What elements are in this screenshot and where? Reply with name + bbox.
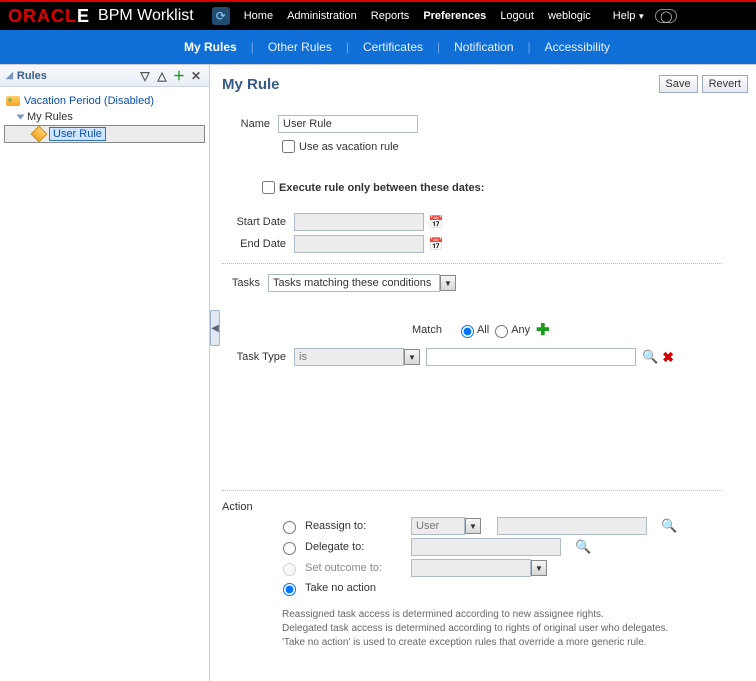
search-icon[interactable]: 🔍 [661,518,677,534]
tasktype-op-select[interactable] [294,348,404,366]
help-menu[interactable]: Help▼ [613,10,646,22]
tree-vacation-period[interactable]: Vacation Period (Disabled) [4,93,205,109]
top-bar: ORACLE BPM Worklist ⟳ Home Administratio… [0,0,756,30]
tab-other-rules[interactable]: Other Rules [254,30,346,64]
save-button[interactable]: Save [659,75,698,93]
tree-my-rules[interactable]: My Rules [4,109,205,125]
match-any-label: Any [511,324,530,336]
revert-button[interactable]: Revert [702,75,748,93]
chevron-down-icon[interactable]: ▼ [440,275,456,291]
rules-panel-header: ◢ Rules ▽ △ ＋ ✕ [0,65,209,87]
calendar-icon[interactable]: 📅 [428,236,444,252]
vacation-rule-label: Use as vacation rule [299,141,399,153]
nav-home[interactable]: Home [244,10,273,22]
collapse-icon[interactable]: ◢ [6,70,13,81]
nav-logout[interactable]: Logout [500,10,534,22]
search-icon[interactable]: 🔍 [575,539,591,555]
action-delegate-radio[interactable] [283,542,296,555]
vacation-rule-checkbox[interactable] [282,140,295,153]
expand-icon[interactable] [17,115,25,120]
rule-icon [31,126,48,143]
sort-down-icon[interactable]: ▽ [138,69,152,83]
name-label: Name [222,118,278,130]
exec-dates-checkbox[interactable] [262,181,275,194]
chevron-down-icon[interactable]: ▼ [404,349,420,365]
divider [222,490,722,491]
nav-administration[interactable]: Administration [287,10,357,22]
sort-up-icon[interactable]: △ [155,69,169,83]
match-all-radio[interactable] [461,325,474,338]
nav-preferences[interactable]: Preferences [423,10,486,22]
rules-tree: Vacation Period (Disabled) My Rules User… [0,87,209,149]
nav-reports[interactable]: Reports [371,10,410,22]
delete-rule-icon[interactable]: ✕ [189,69,203,83]
tab-accessibility[interactable]: Accessibility [531,30,624,64]
tree-user-rule[interactable]: User Rule [4,125,205,143]
add-rule-icon[interactable]: ＋ [172,69,186,83]
exec-dates-label: Execute rule only between these dates: [279,182,484,194]
rule-editor: My Rule Save Revert Name Use as vacation… [210,65,756,681]
start-date-label: Start Date [222,216,294,228]
calendar-icon[interactable]: 📅 [428,214,444,230]
remove-condition-icon[interactable]: ✖ [662,349,674,366]
start-date-input[interactable] [294,213,424,231]
rules-sidebar: ◢ Rules ▽ △ ＋ ✕ Vacation Period (Disable… [0,65,210,681]
action-outcome-label: Set outcome to: [305,562,405,574]
help-text: Reassigned task access is determined acc… [282,608,748,650]
top-nav: Home Administration Reports Preferences … [244,10,646,22]
action-label: Action [222,501,268,513]
main-area: ◢ Rules ▽ △ ＋ ✕ Vacation Period (Disable… [0,64,756,681]
reassign-user-input[interactable] [497,517,647,535]
match-label: Match [412,324,442,336]
splitter-handle[interactable]: ◀ [210,310,220,346]
chevron-down-icon[interactable]: ▼ [465,518,481,534]
end-date-label: End Date [222,238,294,250]
nav-user[interactable]: weblogic [548,10,591,22]
match-any-radio[interactable] [495,325,508,338]
action-none-label: Take no action [305,582,376,594]
search-icon[interactable]: 🔍 [642,349,658,365]
vacation-icon [6,96,20,106]
chevron-down-icon: ▼ [531,560,547,576]
rules-panel-title: Rules [17,70,47,82]
tasktype-value-input[interactable] [426,348,636,366]
reassign-type-select[interactable] [411,517,465,535]
refresh-icon[interactable]: ⟳ [212,7,230,25]
action-none-radio[interactable] [283,583,296,596]
tasktype-label: Task Type [222,351,294,363]
outcome-select [411,559,531,577]
page-title: My Rule [222,76,659,93]
rule-name-input[interactable] [278,115,418,133]
end-date-input[interactable] [294,235,424,253]
oracle-logo: ORACLE [8,6,90,27]
app-title: BPM Worklist [98,7,194,25]
tab-notification[interactable]: Notification [440,30,527,64]
delegate-user-input[interactable] [411,538,561,556]
divider [222,263,722,264]
context-icon[interactable]: ◯ [655,9,677,23]
action-reassign-label: Reassign to: [305,520,405,532]
match-all-label: All [477,324,489,336]
tab-certificates[interactable]: Certificates [349,30,437,64]
action-delegate-label: Delegate to: [305,541,405,553]
tab-my-rules[interactable]: My Rules [170,30,251,64]
add-condition-icon[interactable]: ✚ [536,320,549,340]
tab-bar: My Rules | Other Rules | Certificates | … [0,30,756,64]
tasks-label: Tasks [222,277,268,289]
action-reassign-radio[interactable] [283,521,296,534]
tasks-select[interactable] [268,274,440,292]
action-outcome-radio [283,563,296,576]
